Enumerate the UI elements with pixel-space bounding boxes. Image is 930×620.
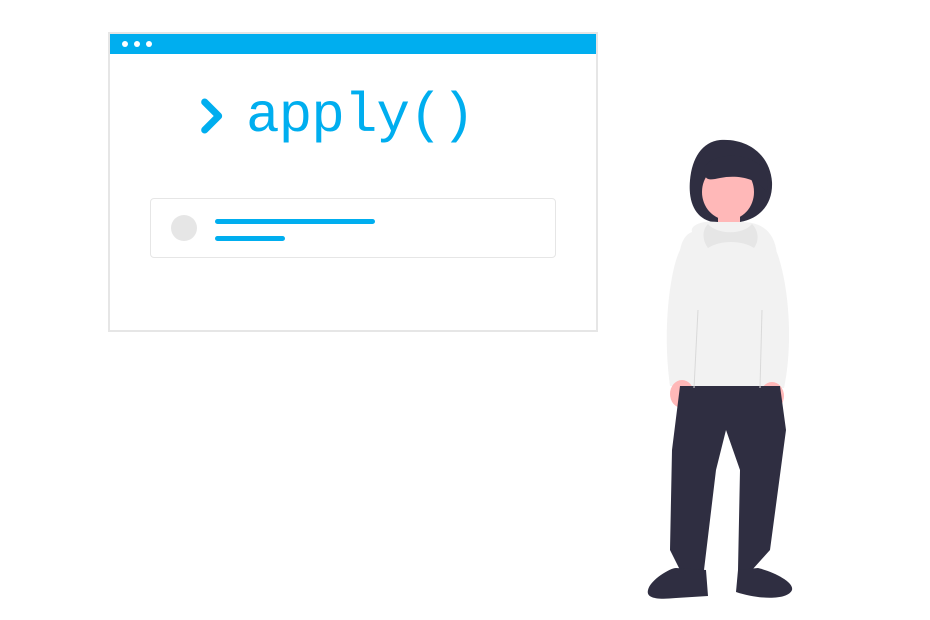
window-content: apply() xyxy=(110,54,596,258)
avatar-placeholder xyxy=(171,215,197,241)
chevron-right-icon xyxy=(200,97,228,135)
window-control-dot xyxy=(134,41,140,47)
browser-window: apply() xyxy=(108,32,598,332)
prompt-text: apply() xyxy=(246,84,474,148)
window-control-dot xyxy=(146,41,152,47)
window-control-dot xyxy=(122,41,128,47)
terminal-prompt: apply() xyxy=(200,84,556,148)
window-titlebar xyxy=(110,34,596,54)
placeholder-line xyxy=(215,219,375,224)
result-card xyxy=(150,198,556,258)
placeholder-line xyxy=(215,236,285,241)
person-illustration xyxy=(620,130,830,610)
text-placeholder-lines xyxy=(215,215,375,241)
